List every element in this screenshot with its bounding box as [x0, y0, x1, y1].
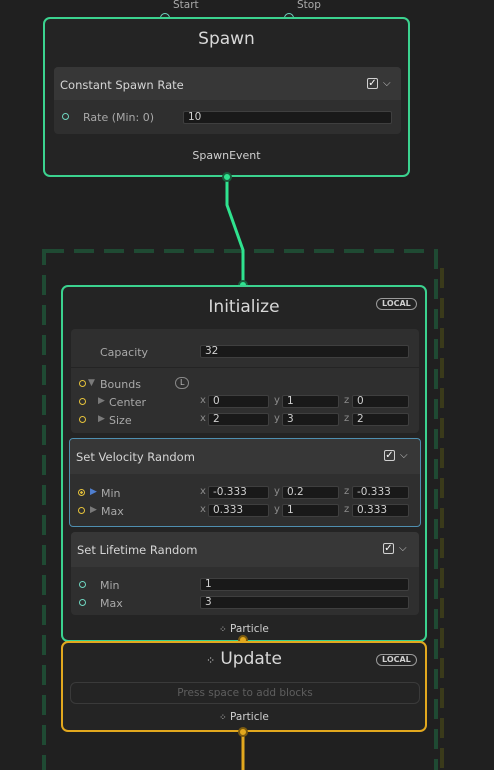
min-label: Min [100, 579, 120, 592]
chevron-down-icon[interactable]: ⌵ [383, 78, 391, 89]
size-z-axis: z [344, 413, 350, 424]
min-y-axis: y [274, 486, 280, 497]
enable-checkbox[interactable]: ✓ [384, 450, 395, 461]
min-field[interactable]: 1 [200, 578, 409, 591]
spawn-event-port[interactable] [222, 172, 232, 182]
local-space-badge[interactable]: LOCAL [376, 654, 417, 666]
set-velocity-random-block[interactable]: Set Velocity Random ✓ ⌵ ▶ Min x -0.333 y… [69, 438, 421, 527]
size-y-axis: y [274, 413, 280, 424]
size-z-field[interactable]: 2 [352, 413, 409, 426]
particle-icon: ⁘ [206, 654, 216, 667]
max-z-field[interactable]: 0.333 [352, 504, 409, 517]
rate-field[interactable]: 10 [183, 111, 392, 124]
min-x-axis: x [200, 486, 206, 497]
initialize-output: ⁘ Particle [63, 623, 425, 635]
initialize-settings: Capacity 32 ▼ Bounds L ▶ Center x 0 y 1 … [71, 329, 419, 433]
divider [71, 367, 419, 368]
update-output-port[interactable] [238, 727, 248, 737]
collapsed-arrow-icon[interactable]: ▶ [90, 487, 97, 497]
capacity-label: Capacity [100, 346, 149, 359]
update-context[interactable]: ⁘ Update LOCAL Press space to add blocks… [61, 641, 427, 732]
center-x-field[interactable]: 0 [208, 395, 269, 408]
particle-output-label: Particle [230, 623, 269, 635]
expanded-arrow-icon[interactable]: ▼ [88, 378, 95, 388]
min-z-field[interactable]: -0.333 [352, 486, 409, 499]
local-space-badge[interactable]: LOCAL [376, 298, 417, 310]
size-x-axis: x [200, 413, 206, 424]
max-input-slot[interactable] [78, 507, 85, 514]
set-lifetime-random-header[interactable]: Set Lifetime Random ✓ ⌵ [71, 532, 419, 567]
spawn-title: Spawn [198, 29, 255, 49]
center-label: Center [109, 396, 147, 409]
size-x-field[interactable]: 2 [208, 413, 269, 426]
initialize-title: Initialize [208, 297, 280, 317]
update-output: ⁘ Particle [63, 711, 425, 723]
center-y-field[interactable]: 1 [282, 395, 339, 408]
initialize-context[interactable]: Initialize LOCAL Capacity 32 ▼ Bounds L … [61, 285, 427, 642]
start-port-label: Start [173, 0, 199, 11]
min-input-slot[interactable] [78, 489, 85, 496]
particle-output-label: Particle [230, 711, 269, 723]
capacity-field[interactable]: 32 [200, 345, 409, 358]
particle-icon: ⁘ [219, 625, 227, 635]
size-y-field[interactable]: 3 [282, 413, 339, 426]
max-field[interactable]: 3 [200, 596, 409, 609]
block-title: Constant Spawn Rate [60, 78, 184, 92]
update-title-row: ⁘ Update [63, 649, 425, 669]
constant-spawn-rate-header[interactable]: Constant Spawn Rate ✓ ⌵ [54, 67, 401, 100]
particle-icon: ⁘ [219, 713, 227, 723]
spawn-to-initialize-link [225, 177, 245, 285]
center-z-axis: z [344, 395, 350, 406]
center-y-axis: y [274, 395, 280, 406]
block-title: Set Velocity Random [76, 450, 195, 464]
add-blocks-area[interactable]: Press space to add blocks [70, 682, 420, 704]
collapsed-arrow-icon[interactable]: ▶ [98, 396, 105, 406]
center-x-axis: x [200, 395, 206, 406]
rate-input-slot[interactable] [62, 113, 69, 120]
chevron-down-icon[interactable]: ⌵ [400, 450, 408, 461]
min-y-field[interactable]: 0.2 [282, 486, 339, 499]
max-y-axis: y [274, 504, 280, 515]
max-z-axis: z [344, 504, 350, 515]
max-x-field[interactable]: 0.333 [208, 504, 269, 517]
min-z-axis: z [344, 486, 350, 497]
max-input-slot[interactable] [79, 599, 86, 606]
block-title: Set Lifetime Random [77, 543, 198, 557]
stop-port-label: Stop [297, 0, 321, 11]
local-bounds-badge[interactable]: L [175, 377, 190, 389]
max-label: Max [100, 597, 123, 610]
enable-checkbox[interactable]: ✓ [383, 543, 394, 554]
enable-checkbox[interactable]: ✓ [367, 78, 378, 89]
collapsed-arrow-icon[interactable]: ▶ [98, 414, 105, 424]
size-input-slot[interactable] [79, 416, 86, 423]
center-input-slot[interactable] [79, 398, 86, 405]
min-input-slot[interactable] [79, 581, 86, 588]
bounds-input-slot[interactable] [79, 380, 86, 387]
update-title: Update [220, 649, 282, 669]
min-label: Min [101, 487, 121, 500]
min-x-field[interactable]: -0.333 [208, 486, 269, 499]
set-velocity-random-header[interactable]: Set Velocity Random ✓ ⌵ [70, 439, 420, 474]
bounds-label: Bounds [100, 378, 141, 391]
collapsed-arrow-icon[interactable]: ▶ [90, 505, 97, 515]
rate-label: Rate (Min: 0) [83, 111, 155, 124]
max-x-axis: x [200, 504, 206, 515]
center-z-field[interactable]: 0 [352, 395, 409, 408]
constant-spawn-rate-block[interactable]: Constant Spawn Rate ✓ ⌵ Rate (Min: 0) 10 [54, 67, 401, 134]
spawn-context[interactable]: Spawn Constant Spawn Rate ✓ ⌵ Rate (Min:… [43, 17, 410, 177]
set-lifetime-random-block[interactable]: Set Lifetime Random ✓ ⌵ Min 1 Max 3 [71, 532, 419, 615]
max-y-field[interactable]: 1 [282, 504, 339, 517]
max-label: Max [101, 505, 124, 518]
size-label: Size [109, 414, 132, 427]
chevron-down-icon[interactable]: ⌵ [399, 543, 407, 554]
spawn-event-label: SpawnEvent [192, 149, 261, 162]
